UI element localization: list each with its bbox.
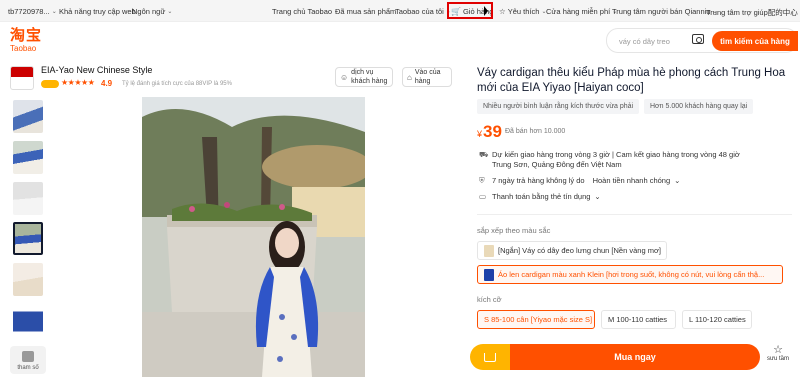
customer-service-button[interactable]: ☺ dịch vụ khách hàng	[335, 67, 393, 87]
star-icon: ☆	[773, 344, 783, 356]
currency-symbol: ¥	[477, 129, 483, 139]
enter-store-label: Vào của hàng	[414, 69, 441, 85]
return-policy-text: 7 ngày trả hàng không lý do	[492, 176, 585, 185]
size-option-label: S 85-100 cân [Yiyao mặc size S]	[484, 315, 593, 324]
refund-text: Hoàn tiền nhanh chóng	[592, 176, 671, 185]
delivery-info: ⛟ Dự kiến giao hàng trong vòng 3 giờ | C…	[479, 150, 789, 170]
product-title: Váy cardigan thêu kiểu Pháp mùa hè phong…	[477, 67, 786, 94]
cart-icon	[484, 352, 496, 362]
return-info[interactable]: ⛨ 7 ngày trả hàng không lý do Hoàn tiền …	[479, 176, 680, 186]
chevron-down-icon: ⌄	[674, 176, 681, 185]
thumbnail-6[interactable]	[13, 305, 43, 338]
accessibility-label: Khả năng truy cập web	[59, 7, 136, 16]
home-link[interactable]: Trang chủ Taobao	[272, 7, 332, 16]
color-sort-label: sắp xếp theo màu sắc	[477, 226, 551, 235]
store-icon: ⌂	[407, 72, 412, 82]
rating-stars: ★★★★★	[61, 78, 95, 87]
parameters-button[interactable]: tham số	[10, 346, 46, 374]
payment-info[interactable]: ▭ Thanh toán bằng thẻ tín dụng ⌄	[479, 192, 601, 202]
shop-name[interactable]: EIA-Yao New Chinese Style	[41, 65, 152, 75]
chevron-down-icon: ⌄	[167, 9, 173, 15]
truck-icon: ⛟	[479, 150, 489, 159]
purchased-label: Đã mua sản phẩm	[335, 7, 397, 16]
enter-store-button[interactable]: ⌂ Vào của hàng	[402, 67, 452, 87]
taobao-logo[interactable]: 淘宝 Taobao	[10, 27, 50, 54]
favorites-label: Yêu thích	[507, 7, 540, 16]
size-label: kích cỡ	[477, 295, 502, 304]
shop-rating: 4.9	[101, 79, 113, 88]
logo-en-text: Taobao	[10, 44, 37, 53]
shop-avatar[interactable]	[10, 66, 34, 90]
purchased-link[interactable]: Đã mua sản phẩm	[335, 7, 396, 16]
search-store-button[interactable]: tìm kiếm của hàng	[712, 31, 798, 51]
search-button-label: tìm kiếm của hàng	[720, 36, 790, 46]
mouse-cursor-icon	[484, 6, 488, 16]
help-center-label: Trung tâm trợ giúp配的中心	[706, 8, 798, 17]
size-option-s-selected[interactable]: S 85-100 cân [Yiyao mặc size S]	[477, 310, 595, 329]
payment-text: Thanh toán bằng thẻ tín dụng	[492, 192, 591, 201]
search-input[interactable]	[619, 33, 699, 49]
language-label: Ngôn ngữ	[132, 7, 166, 16]
accessibility-link[interactable]: Khả năng truy cập web	[59, 7, 136, 16]
free-store-label: Cửa hàng miễn phí	[546, 7, 611, 16]
star-icon: ☆	[499, 7, 506, 16]
delivery-text: Dự kiến giao hàng trong vòng 3 giờ | Cam…	[492, 150, 740, 159]
help-center-menu[interactable]: Trung tâm trợ giúp配的中心⌄	[706, 7, 800, 18]
shop-badge-icon	[41, 80, 59, 88]
buy-now-button[interactable]: Mua ngay	[510, 344, 760, 370]
shield-icon: ⛨	[479, 176, 485, 185]
parameters-label: tham số	[17, 365, 39, 371]
chevron-down-icon: ⌄	[594, 192, 601, 201]
size-option-label: L 110-120 catties	[689, 315, 746, 324]
account-name: tb7720978...	[8, 7, 50, 16]
camera-icon[interactable]	[692, 34, 704, 44]
size-option-label: M 100-110 catties	[608, 315, 668, 324]
thumbnail-5[interactable]	[13, 263, 43, 296]
color-option-label: Áo len cardigan màu xanh Klein [hơi tron…	[498, 270, 765, 279]
account-menu[interactable]: tb7720978... ⌄	[8, 7, 57, 16]
add-to-cart-button[interactable]	[470, 344, 510, 370]
repeat-customer-tag[interactable]: Hơn 5.000 khách hàng quay lại	[644, 99, 754, 114]
divider	[477, 214, 792, 215]
logo-cn-text: 淘宝	[10, 27, 43, 44]
thumbnail-1[interactable]	[13, 100, 43, 133]
my-taobao-menu[interactable]: Taobao của tôi ⌄	[395, 7, 451, 16]
favorite-button[interactable]: ☆ sưu tầm	[763, 344, 793, 372]
color-swatch	[484, 268, 494, 281]
shop-subtitle: Tỷ lệ đánh giá tích cực của 88VIP là 95%	[122, 81, 232, 87]
color-option-1[interactable]: [Ngắn] Váy có dây đeo lưng chun [Nền vàn…	[477, 241, 667, 260]
color-swatch	[484, 244, 494, 257]
sold-count: Đã bán hơn 10.000	[505, 128, 566, 135]
thumbnail-3[interactable]	[13, 182, 43, 215]
chevron-down-icon: ⌄	[51, 9, 57, 15]
buy-now-label: Mua ngay	[614, 352, 656, 362]
main-product-image[interactable]	[142, 97, 365, 377]
card-icon: ▭	[479, 192, 487, 201]
chat-icon: ☺	[340, 72, 349, 82]
language-menu[interactable]: Ngôn ngữ ⌄	[132, 7, 172, 16]
free-store-menu[interactable]: Cửa hàng miễn phí ⌄	[546, 7, 617, 16]
color-option-label: [Ngắn] Váy có dây đeo lưng chun [Nền vàn…	[498, 246, 661, 255]
product-price: 39	[483, 122, 502, 141]
size-option-m[interactable]: M 100-110 catties	[601, 310, 676, 329]
review-tag[interactable]: Nhiều người bình luận rằng kích thước vừ…	[477, 99, 640, 114]
grid-icon	[22, 351, 34, 362]
favorite-label: sưu tầm	[766, 356, 790, 362]
product-photo	[142, 97, 365, 377]
top-nav-bar: tb7720978... ⌄ Khả năng truy cập web Ngôn…	[0, 0, 800, 22]
my-taobao-label: Taobao của tôi	[395, 7, 444, 16]
color-option-2-selected[interactable]: Áo len cardigan màu xanh Klein [hơi tron…	[477, 265, 783, 284]
origin-text: Trung Sơn, Quảng Đông đến Việt Nam	[492, 160, 622, 169]
home-label: Trang chủ Taobao	[272, 7, 333, 16]
customer-service-label: dịch vụ khách hàng	[351, 69, 388, 85]
thumbnail-4-active[interactable]	[13, 222, 43, 255]
thumbnail-2[interactable]	[13, 141, 43, 174]
size-option-l[interactable]: L 110-120 catties	[682, 310, 752, 329]
favorites-menu[interactable]: ☆ Yêu thích ⌄	[499, 7, 546, 16]
seller-center-menu[interactable]: Trung tâm người bán Qianniu ⌄	[612, 7, 718, 16]
seller-center-label: Trung tâm người bán Qianniu	[612, 7, 711, 16]
